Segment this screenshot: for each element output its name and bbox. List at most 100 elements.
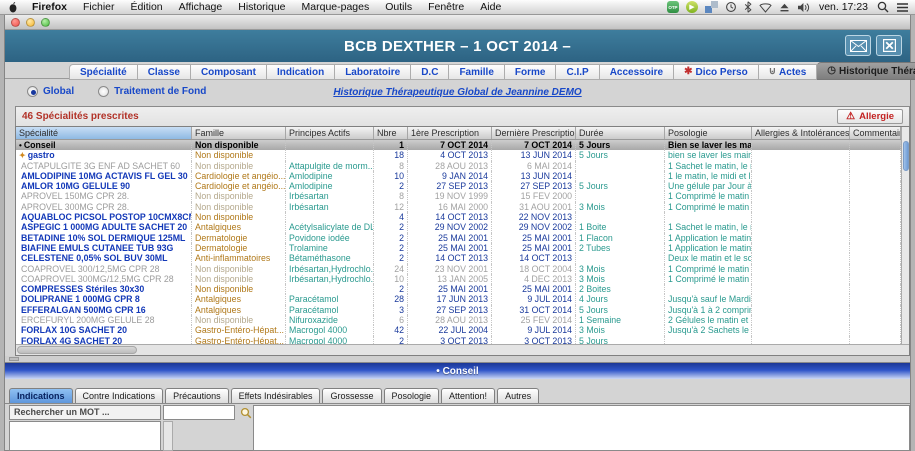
table-row[interactable]: COAPROVEL 300MG/12,5MG CPR 28 Non dispon… [16, 274, 901, 284]
detail-tab[interactable]: Effets Indésirables [231, 388, 321, 403]
duree-cell [576, 212, 665, 222]
table-row[interactable]: EFFERALGAN 500MG CPR 16 Antalgiques Para… [16, 305, 901, 315]
table-row[interactable]: FORLAX 10G SACHET 20 Gastro-Entéro-Hépat… [16, 325, 901, 335]
zoom-window-button[interactable] [41, 18, 50, 27]
nav-tab[interactable]: Accessoire [600, 64, 674, 80]
principes-actifs-cell [286, 150, 374, 160]
radio-global-dot[interactable] [27, 86, 38, 97]
column-header[interactable]: Famille [192, 127, 286, 139]
allergy-button[interactable]: ⚠ Allergie [837, 109, 903, 124]
bluetooth-menu-icon[interactable] [744, 1, 752, 13]
menu-item[interactable]: Outils [377, 1, 420, 13]
close-app-button[interactable] [876, 35, 902, 56]
radio-global[interactable]: Global [27, 86, 74, 97]
table-row[interactable]: COAPROVEL 300/12,5MG CPR 28 Non disponib… [16, 264, 901, 274]
wifi-menu-icon[interactable] [759, 2, 772, 13]
table-row[interactable]: COMPRESSES Stériles 30x30 Non disponible… [16, 284, 901, 294]
menu-item[interactable]: Édition [123, 1, 171, 13]
menu-item[interactable]: Firefox [24, 1, 75, 13]
table-row[interactable]: APROVEL 150MG CPR 28. Non disponible Irb… [16, 191, 901, 201]
word-list-scrollbar[interactable] [163, 421, 173, 451]
nav-tab[interactable]: Indication [267, 64, 335, 80]
minimize-window-button[interactable] [26, 18, 35, 27]
horizontal-scroll-thumb[interactable] [17, 346, 137, 354]
splitter-grip[interactable] [9, 357, 19, 361]
volume-menu-icon[interactable] [797, 2, 810, 13]
detail-tab[interactable]: Attention! [441, 388, 495, 403]
menu-item[interactable]: Fenêtre [420, 1, 472, 13]
radio-traitement-de-fond[interactable]: Traitement de Fond [98, 86, 206, 97]
search-icon[interactable] [239, 406, 253, 420]
table-row[interactable]: BIAFINE EMULS CUTANEE TUB 93G Dermatolog… [16, 243, 901, 253]
nbre-cell: 18 [374, 150, 408, 160]
menu-item[interactable]: Marque-pages [294, 1, 378, 13]
column-header[interactable]: Principes Actifs [286, 127, 374, 139]
table-row[interactable]: ACTAPULGITE 3G ENF AD SACHET 60 Non disp… [16, 161, 901, 171]
word-list-box[interactable] [9, 421, 161, 451]
nav-tab-label: Dico Perso [695, 67, 747, 78]
table-row[interactable]: ERCEFURYL 200MG GELULE 28 Non disponible… [16, 315, 901, 325]
nbre-cell: 6 [374, 315, 408, 325]
eject-menu-icon[interactable] [779, 2, 790, 13]
nav-tab[interactable]: Classe [138, 64, 191, 80]
menu-item[interactable]: Affichage [171, 1, 231, 13]
menu-item[interactable]: Fichier [75, 1, 123, 13]
search-word-input[interactable] [163, 405, 235, 420]
table-row[interactable]: •Conseil Non disponible 1 7 OCT 2014 7 O… [16, 140, 901, 150]
time-machine-menu-icon[interactable] [725, 1, 737, 13]
table-row[interactable]: ASPEGIC 1 000MG ADULTE SACHET 20 Antalgi… [16, 222, 901, 232]
otp-app-menu-icon[interactable]: OTP [667, 1, 679, 13]
column-header[interactable]: 1ère Prescription [408, 127, 492, 139]
table-vertical-scrollbar[interactable] [901, 127, 909, 344]
detail-tab[interactable]: Autres [497, 388, 539, 403]
nav-tab[interactable]: C.I.P [556, 64, 599, 80]
column-header[interactable]: Posologie [665, 127, 752, 139]
nav-tab[interactable]: Laboratoire [335, 64, 411, 80]
table-row[interactable]: DOLIPRANE 1 000MG CPR 8 Antalgiques Para… [16, 294, 901, 304]
nav-tab[interactable]: Famille [449, 64, 504, 80]
table-horizontal-scrollbar[interactable] [16, 344, 909, 355]
menu-clock[interactable]: ven. 17:23 [817, 1, 870, 13]
nav-tab[interactable]: Composant [191, 64, 267, 80]
nav-tab[interactable]: Forme [505, 64, 557, 80]
mail-button[interactable] [845, 35, 871, 56]
detail-tab[interactable]: Précautions [165, 388, 229, 403]
column-header[interactable]: Allergies & Intolérances [752, 127, 850, 139]
nav-tab[interactable]: ✱ Dico Perso [674, 64, 759, 80]
apple-menu-icon[interactable] [8, 1, 18, 13]
nav-tab[interactable]: D.C [411, 64, 449, 80]
close-window-button[interactable] [11, 18, 20, 27]
spotlight-icon[interactable] [877, 1, 889, 13]
nav-tab-label: D.C [421, 67, 438, 78]
nav-tab[interactable]: ◷ Historique Thérapeutique [817, 62, 915, 80]
nav-tab[interactable]: Spécialité [69, 64, 138, 80]
column-header[interactable]: Commentaires [850, 127, 901, 139]
detail-tab[interactable]: Posologie [384, 388, 440, 403]
nav-tab[interactable]: ⊍ Actes [759, 64, 818, 80]
vertical-scroll-thumb[interactable] [903, 141, 909, 171]
column-header[interactable]: Spécialité [16, 127, 192, 139]
displays-menu-icon[interactable] [705, 1, 718, 13]
table-row[interactable]: AMLODIPINE 10MG ACTAVIS FL GEL 30 Cardio… [16, 171, 901, 181]
window-title-bar[interactable] [5, 15, 910, 30]
menu-item[interactable]: Historique [230, 1, 293, 13]
column-header[interactable]: Durée [576, 127, 665, 139]
table-row[interactable]: AQUABLOC PICSOL POSTOP 10CMX8CM 5 Non di… [16, 212, 901, 222]
column-header[interactable]: Dernière Prescription [492, 127, 576, 139]
notification-center-icon[interactable] [896, 2, 909, 13]
menu-item[interactable]: Aide [472, 1, 509, 13]
detail-tab[interactable]: Grossesse [322, 388, 381, 403]
table-row[interactable]: ✦gastro Non disponible 18 4 OCT 2013 13 … [16, 150, 901, 160]
duree-cell: 5 Jours [576, 181, 665, 191]
radio-fond-dot[interactable] [98, 86, 109, 97]
play-app-menu-icon[interactable]: ▶ [686, 1, 698, 13]
table-row[interactable]: AMLOR 10MG GELULE 90 Cardiologie et angé… [16, 181, 901, 191]
table-row[interactable]: BETADINE 10% SOL DERMIQUE 125ML Dermatol… [16, 233, 901, 243]
allergies-cell [752, 243, 850, 253]
detail-tab[interactable]: Contre Indications [75, 388, 164, 403]
column-header[interactable]: Nbre [374, 127, 408, 139]
nav-tab-label: Spécialité [80, 67, 127, 78]
detail-tab[interactable]: Indications [9, 388, 73, 403]
table-row[interactable]: CELESTENE 0,05% SOL BUV 30ML Anti-inflam… [16, 253, 901, 263]
table-row[interactable]: APROVEL 300MG CPR 28. Non disponible Irb… [16, 202, 901, 212]
